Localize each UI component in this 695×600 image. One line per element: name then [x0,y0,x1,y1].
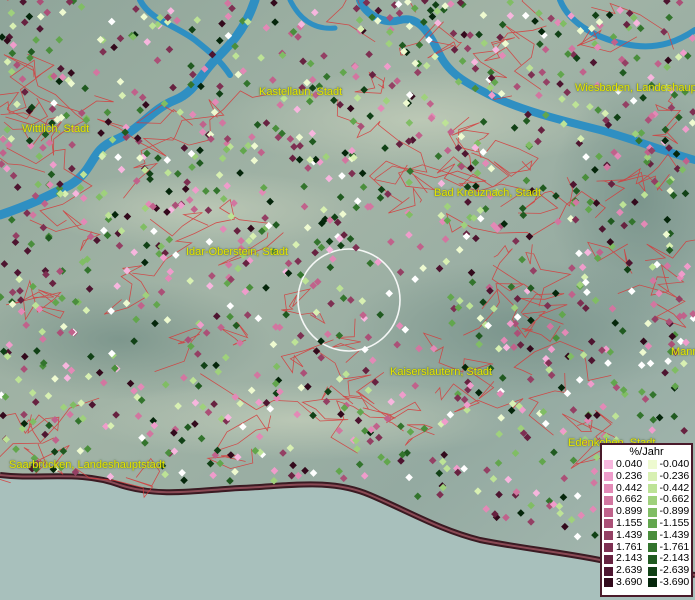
legend-swatch [647,483,657,493]
legend-entry: -1.155 [647,516,692,530]
city-label: Wittlich, Stadt [22,123,90,135]
legend-entry: 0.236 [604,469,648,483]
legend-swatch [647,495,657,505]
legend-swatch [604,542,613,552]
legend-swatch [647,472,657,482]
map-view[interactable]: Kastellaun, Stadt Wiesbaden, Landeshaupt… [0,0,695,600]
legend-swatch [604,554,613,564]
legend-swatch [647,519,657,529]
city-label: Mannheim [671,346,695,358]
legend-swatch [647,507,657,517]
legend-label: -1.439 [659,528,690,541]
legend-swatch [604,495,613,505]
legend-label: 0.236 [616,469,643,482]
legend-swatch [604,460,613,470]
city-label: Kastellaun, Stadt [259,86,343,98]
legend-swatch [647,554,657,564]
legend-swatch [647,460,657,470]
legend-entry: 3.690 [604,575,648,589]
legend-label: 3.690 [616,575,643,588]
legend-entry: 1.439 [604,528,648,542]
city-label: Kaiserslautern, Stadt [390,366,493,378]
city-label: Idar-Oberstein, Stadt [186,246,289,258]
legend-swatch [604,578,613,588]
legend-swatch [647,578,657,588]
legend-entry: 1.155 [604,516,648,530]
legend-swatch [647,531,657,541]
legend-label: -0.236 [659,469,690,482]
legend-swatch [604,483,613,493]
legend-positive-column: 0.040 0.236 0.442 0.662 0.899 1.155 1.439 1.761… [604,458,648,589]
city-label: Bad Kreuznach, Stadt [434,187,542,199]
city-label: Wiesbaden, Landeshauptstadt [575,82,695,94]
legend-entry: -0.236 [647,469,692,483]
legend-swatch [604,472,613,482]
legend-label: -3.690 [659,575,690,588]
legend-swatch [604,531,613,541]
legend-label: 1.155 [616,516,643,529]
legend-swatch [647,566,657,576]
legend-label: -1.155 [659,516,690,529]
city-label: Saarbrücken, Landeshauptstadt [9,459,165,471]
legend-label: 1.439 [616,528,643,541]
legend-swatch [604,507,613,517]
legend-negative-column: -0.040 -0.236 -0.442 -0.662 -0.899 -1.155 -1.4… [647,458,692,589]
legend-entry: -3.690 [647,575,692,589]
map-legend: %/Jahr 0.040 0.236 0.442 0.662 0.899 1.155 1.4… [600,443,693,597]
legend-swatch [604,519,613,529]
legend-swatch [604,566,613,576]
legend-entry: -1.439 [647,528,692,542]
legend-swatch [647,542,657,552]
